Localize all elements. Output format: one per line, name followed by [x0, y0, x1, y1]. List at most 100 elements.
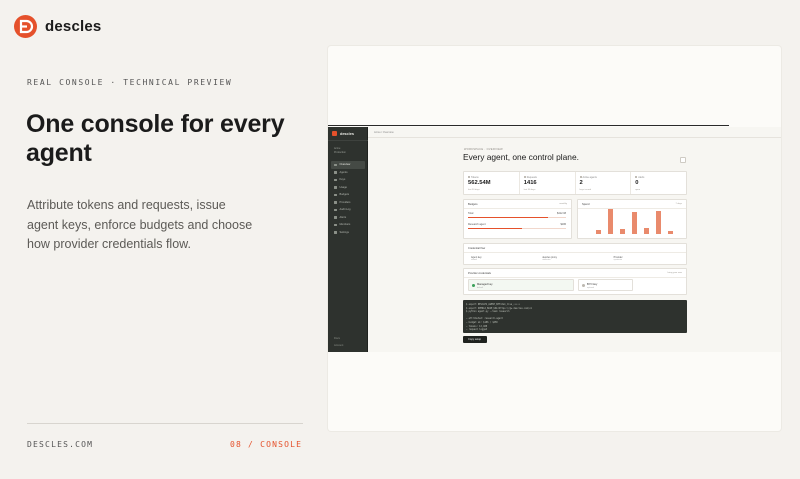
budget-row[interactable]: Research agent $186	[468, 223, 566, 229]
nav-icon	[334, 231, 337, 234]
budget-fill	[468, 227, 522, 229]
spend-bar	[644, 227, 649, 234]
flow-steps: Agent key issued descles proxy attributes Pr…	[468, 255, 682, 262]
stat-sub: last 30 days	[523, 189, 536, 191]
flow-step: Agent key issued	[468, 255, 536, 262]
console-screenshot: descles Acme Production Overview Agents Ke…	[328, 127, 781, 352]
terminal-line: → tokens: 12,408	[466, 324, 488, 328]
terminal-line: $ export DESCLES_AGENT_KEY=dsk_live_••••…	[466, 303, 520, 306]
sidebar-item-label: Providers	[339, 200, 351, 204]
credential-sub: default	[477, 286, 484, 289]
stat-value: 0	[635, 180, 639, 186]
sidebar-item-label: Usage	[339, 185, 348, 189]
status-dot-icon	[582, 284, 585, 287]
nav-icon	[334, 223, 337, 226]
breadcrumb: Acme / Overview	[374, 131, 394, 134]
stat-value: 562.54M	[468, 180, 491, 186]
stat-card[interactable]: Active agents 2 keys issued	[576, 172, 632, 194]
spend-bar	[596, 230, 601, 234]
setup-terminal: $ export DESCLES_AGENT_KEY=dsk_live_••••…	[463, 300, 687, 333]
sidebar-item-label: Overview	[339, 163, 351, 167]
stat-card[interactable]: Tokens 562.54M last 30 days	[464, 172, 520, 194]
stat-value: 2	[579, 180, 583, 186]
sidebar-item-agents[interactable]: Agents	[331, 169, 365, 177]
sidebar-item-audit-log[interactable]: Audit Log	[331, 206, 365, 214]
sidebar-item-label: Budgets	[339, 193, 350, 197]
nav-icon	[334, 171, 337, 174]
status-dot-icon	[472, 284, 475, 287]
sidebar-item-account[interactable]: Account	[334, 344, 343, 347]
budget-fill	[468, 216, 549, 218]
nav-icon	[334, 208, 337, 211]
workspace-switcher[interactable]: Acme Production	[334, 147, 346, 154]
spend-panel: Spend 7 days	[577, 199, 687, 239]
copy-button-label: Copy setup	[468, 338, 482, 341]
sidebar-item-alerts[interactable]: Alerts	[331, 214, 365, 222]
stat-icon	[635, 176, 638, 178]
copy-setup-button[interactable]: Copy setup	[463, 336, 487, 343]
eyebrow-label: REAL CONSOLE · TECHNICAL PREVIEW	[27, 78, 233, 87]
stat-icon	[523, 176, 526, 178]
sidebar-item-label: Audit Log	[339, 208, 351, 212]
stat-label: Tokens	[468, 176, 479, 179]
nav-icon	[334, 186, 337, 189]
stats-row: Tokens 562.54M last 30 days Requests 1416 las…	[463, 171, 687, 195]
sidebar-item-label: Members	[339, 223, 351, 227]
panel-divider	[464, 208, 571, 209]
panel-divider	[464, 252, 686, 253]
credential-flow-panel: Credential flow Agent key issued descles p…	[463, 243, 687, 265]
preview-top-rule	[328, 125, 729, 126]
stat-card[interactable]: Requests 1416 last 30 days	[520, 172, 576, 194]
panel-divider	[464, 277, 686, 278]
sidebar-nav: Overview Agents Keys Usage Budgets Providers A…	[331, 161, 365, 236]
credential-option[interactable]: Managed key default	[468, 279, 574, 291]
terminal-line: $ export OPENAI_BASE_URL=https://gw.desc…	[466, 306, 532, 310]
budgets-panel-title: Budgets	[468, 203, 478, 206]
stat-icon	[579, 176, 582, 178]
console-brand[interactable]: descles	[332, 131, 354, 136]
nav-icon	[334, 216, 337, 219]
brand-name: descles	[45, 18, 102, 35]
budget-name: Research agent	[468, 223, 486, 226]
terminal-line: $ python agent.py --task research	[466, 310, 510, 314]
spend-bar	[668, 231, 673, 234]
stat-sub: last 30 days	[468, 189, 480, 191]
flow-step-sub: upstream	[613, 259, 622, 261]
spend-panel-meta: 7 days	[675, 203, 682, 205]
provider-credentials-panel: Provider credentials bring your own Mana…	[463, 268, 687, 295]
spend-bar	[632, 211, 637, 234]
credential-option[interactable]: BYO key optional	[578, 279, 633, 291]
sidebar-item-providers[interactable]: Providers	[331, 199, 365, 207]
sidebar-item-docs[interactable]: Docs	[334, 337, 340, 340]
sidebar-item-keys[interactable]: Keys	[331, 176, 365, 184]
footer-site-link[interactable]: DESCLES.COM	[27, 440, 93, 449]
nav-icon	[334, 163, 337, 166]
stat-sub: keys issued	[579, 189, 591, 191]
stat-label: Alerts	[635, 176, 644, 179]
stat-sub: open	[635, 189, 641, 191]
flow-step: descles proxy attributes	[539, 255, 607, 262]
budgets-panel-meta: monthly	[559, 203, 567, 205]
brand-logo[interactable]: descles	[14, 15, 101, 38]
nav-icon	[334, 201, 337, 204]
workspace-env: Production	[334, 150, 346, 154]
spend-chart	[588, 206, 676, 234]
sidebar-item-members[interactable]: Members	[331, 221, 365, 229]
overview-label: WORKSPACE · OVERVIEW	[464, 148, 503, 151]
credential-sub: optional	[587, 286, 595, 289]
terminal-line: → budget ok: $186 / $250	[466, 321, 498, 324]
budget-name: Total	[468, 212, 474, 215]
budget-row[interactable]: Total $412.08	[468, 212, 566, 218]
sidebar-item-overview[interactable]: Overview	[331, 161, 365, 169]
refresh-button[interactable]	[680, 157, 686, 163]
sidebar-item-usage[interactable]: Usage	[331, 184, 365, 192]
sidebar-item-settings[interactable]: Settings	[331, 229, 365, 237]
sidebar-item-budgets[interactable]: Budgets	[331, 191, 365, 199]
budget-value: $186	[560, 223, 566, 226]
stat-card[interactable]: Alerts 0 open	[631, 172, 686, 194]
page-title: One console for every agent	[26, 110, 285, 167]
budget-bar	[468, 216, 566, 218]
stat-value: 1416	[523, 180, 537, 186]
cred-panel-title: Provider credentials	[468, 272, 491, 275]
sidebar-item-label: Agents	[339, 170, 348, 174]
